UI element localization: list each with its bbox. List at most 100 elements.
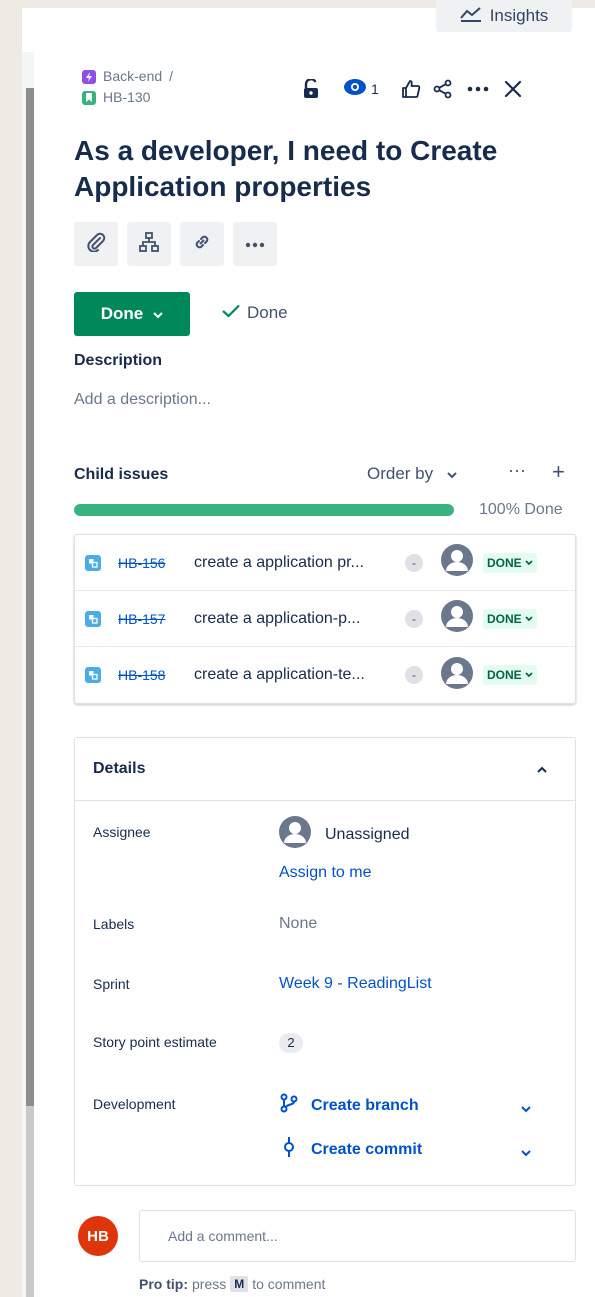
- chevron-down-icon[interactable]: [521, 1100, 531, 1118]
- assignee-value: Unassigned: [325, 825, 410, 843]
- left-scrollbar-thumb[interactable]: [26, 88, 34, 1106]
- status-dropdown-button[interactable]: Done: [74, 292, 190, 336]
- breadcrumb-issue-key-link[interactable]: HB-130: [103, 87, 150, 108]
- order-by-dropdown[interactable]: Order by: [367, 464, 457, 484]
- labels-label: Labels: [93, 916, 135, 932]
- details-panel: Details Assignee Unassigned Assign to me…: [74, 737, 576, 1186]
- child-issue-summary[interactable]: create a application pr...: [194, 554, 394, 572]
- lock-icon[interactable]: [298, 76, 324, 102]
- avatar-icon[interactable]: [441, 600, 473, 637]
- story-points-field[interactable]: 2: [279, 1033, 303, 1053]
- more-actions-icon[interactable]: [467, 76, 489, 102]
- left-pane: [0, 8, 22, 1297]
- child-issues-more-button[interactable]: ···: [508, 460, 526, 481]
- child-issue-status-label: DONE: [487, 611, 522, 626]
- create-commit-label: Create commit: [311, 1140, 423, 1158]
- details-heading: Details: [93, 760, 146, 777]
- status-label: Done: [100, 304, 144, 323]
- description-input[interactable]: Add a description...: [74, 391, 211, 409]
- child-issue-priority[interactable]: -: [405, 553, 423, 572]
- breadcrumb: Back-end / HB-130: [82, 66, 173, 108]
- chevron-down-icon[interactable]: [521, 1144, 531, 1162]
- pro-tip-bold: Pro tip:: [139, 1276, 188, 1292]
- insights-chart-icon: [459, 6, 482, 27]
- link-icon: [192, 232, 212, 257]
- subtask-icon: [85, 554, 101, 571]
- issue-title[interactable]: As a developer, I need to Create Applica…: [74, 133, 574, 205]
- insights-label: Insights: [489, 6, 549, 25]
- child-issues-heading: Child issues: [74, 466, 169, 483]
- create-branch-label: Create branch: [311, 1096, 419, 1114]
- child-issue-row[interactable]: HB-158 create a application-te... - DONE: [75, 647, 575, 703]
- pro-tip-suffix: to comment: [252, 1276, 326, 1292]
- chevron-down-icon: [153, 304, 163, 324]
- chevron-down-icon: [525, 615, 533, 621]
- resolution-label: Done: [247, 303, 288, 322]
- commenter-avatar: HB: [78, 1216, 118, 1256]
- child-issue-row[interactable]: HB-156 create a application pr... - DONE: [75, 535, 575, 591]
- share-icon[interactable]: [433, 76, 453, 102]
- issue-toolbar: [74, 222, 277, 266]
- child-issue-summary[interactable]: create a application-p...: [194, 610, 394, 628]
- assignee-label: Assignee: [93, 824, 151, 840]
- resolution: Done: [222, 303, 288, 323]
- sprint-link[interactable]: Week 9 - ReadingList: [279, 975, 432, 993]
- story-bookmark-icon: [82, 90, 96, 105]
- child-progress-label: 100% Done: [479, 501, 563, 518]
- details-header[interactable]: Details: [75, 738, 575, 801]
- subtask-icon: [85, 667, 101, 683]
- pro-tip: Pro tip: press M to comment: [139, 1276, 325, 1292]
- story-points-badge: 2: [279, 1033, 303, 1053]
- subtask-icon: [85, 610, 101, 627]
- create-commit-button[interactable]: Create commit: [279, 1136, 422, 1163]
- child-issue-priority[interactable]: -: [405, 609, 423, 628]
- avatar-icon: [279, 816, 311, 853]
- story-points-label: Story point estimate: [93, 1034, 217, 1050]
- child-issue-row[interactable]: HB-157 create a application-p... - DONE: [75, 591, 575, 647]
- avatar-icon[interactable]: [441, 656, 473, 694]
- close-icon[interactable]: [504, 76, 522, 102]
- add-child-issue-plus-button[interactable]: +: [552, 459, 565, 485]
- watch-button[interactable]: 1: [343, 76, 379, 102]
- eye-icon: [343, 78, 367, 101]
- child-issue-key-link[interactable]: HB-158: [118, 667, 178, 683]
- assignee-field[interactable]: Unassigned: [279, 816, 410, 853]
- issue-actions: 1: [298, 76, 522, 102]
- sprint-label: Sprint: [93, 976, 130, 992]
- more-toolbar-button[interactable]: [233, 222, 277, 266]
- epic-lightning-icon: [82, 69, 96, 84]
- assign-to-me-link[interactable]: Assign to me: [279, 864, 371, 882]
- attach-button[interactable]: [74, 222, 118, 266]
- more-dots-icon: [245, 235, 265, 253]
- child-issue-summary[interactable]: create a application-te...: [194, 666, 394, 684]
- comment-input[interactable]: Add a comment...: [139, 1210, 576, 1262]
- description-heading: Description: [74, 352, 163, 369]
- hierarchy-icon: [139, 231, 159, 257]
- child-issue-status-label: DONE: [487, 555, 522, 570]
- child-issue-status-dropdown[interactable]: DONE: [483, 552, 537, 573]
- link-issue-button[interactable]: [180, 222, 224, 266]
- left-scrollbar-track[interactable]: [26, 1106, 34, 1297]
- watch-count: 1: [371, 81, 379, 97]
- labels-value[interactable]: None: [279, 915, 317, 933]
- child-issue-key-link[interactable]: HB-156: [118, 555, 178, 571]
- avatar-icon[interactable]: [441, 544, 473, 581]
- checkmark-icon: [222, 303, 240, 323]
- paperclip-icon: [86, 232, 106, 257]
- create-branch-button[interactable]: Create branch: [279, 1093, 419, 1118]
- child-issue-status-dropdown[interactable]: DONE: [483, 608, 537, 629]
- chevron-up-icon[interactable]: [537, 760, 547, 778]
- child-issue-key-link[interactable]: HB-157: [118, 611, 178, 627]
- chevron-down-icon: [447, 464, 457, 484]
- breadcrumb-parent-link[interactable]: Back-end: [103, 66, 162, 87]
- commit-icon: [279, 1136, 299, 1163]
- child-issue-status-dropdown[interactable]: DONE: [483, 665, 537, 685]
- like-thumbs-up-icon[interactable]: [401, 76, 421, 102]
- pro-tip-text: press: [192, 1276, 227, 1292]
- add-child-issue-button[interactable]: [127, 222, 171, 266]
- child-issue-priority[interactable]: -: [405, 666, 423, 684]
- breadcrumb-separator: /: [169, 68, 174, 84]
- branch-icon: [279, 1093, 299, 1118]
- pro-tip-key: M: [230, 1276, 249, 1292]
- insights-button[interactable]: Insights: [436, 0, 572, 32]
